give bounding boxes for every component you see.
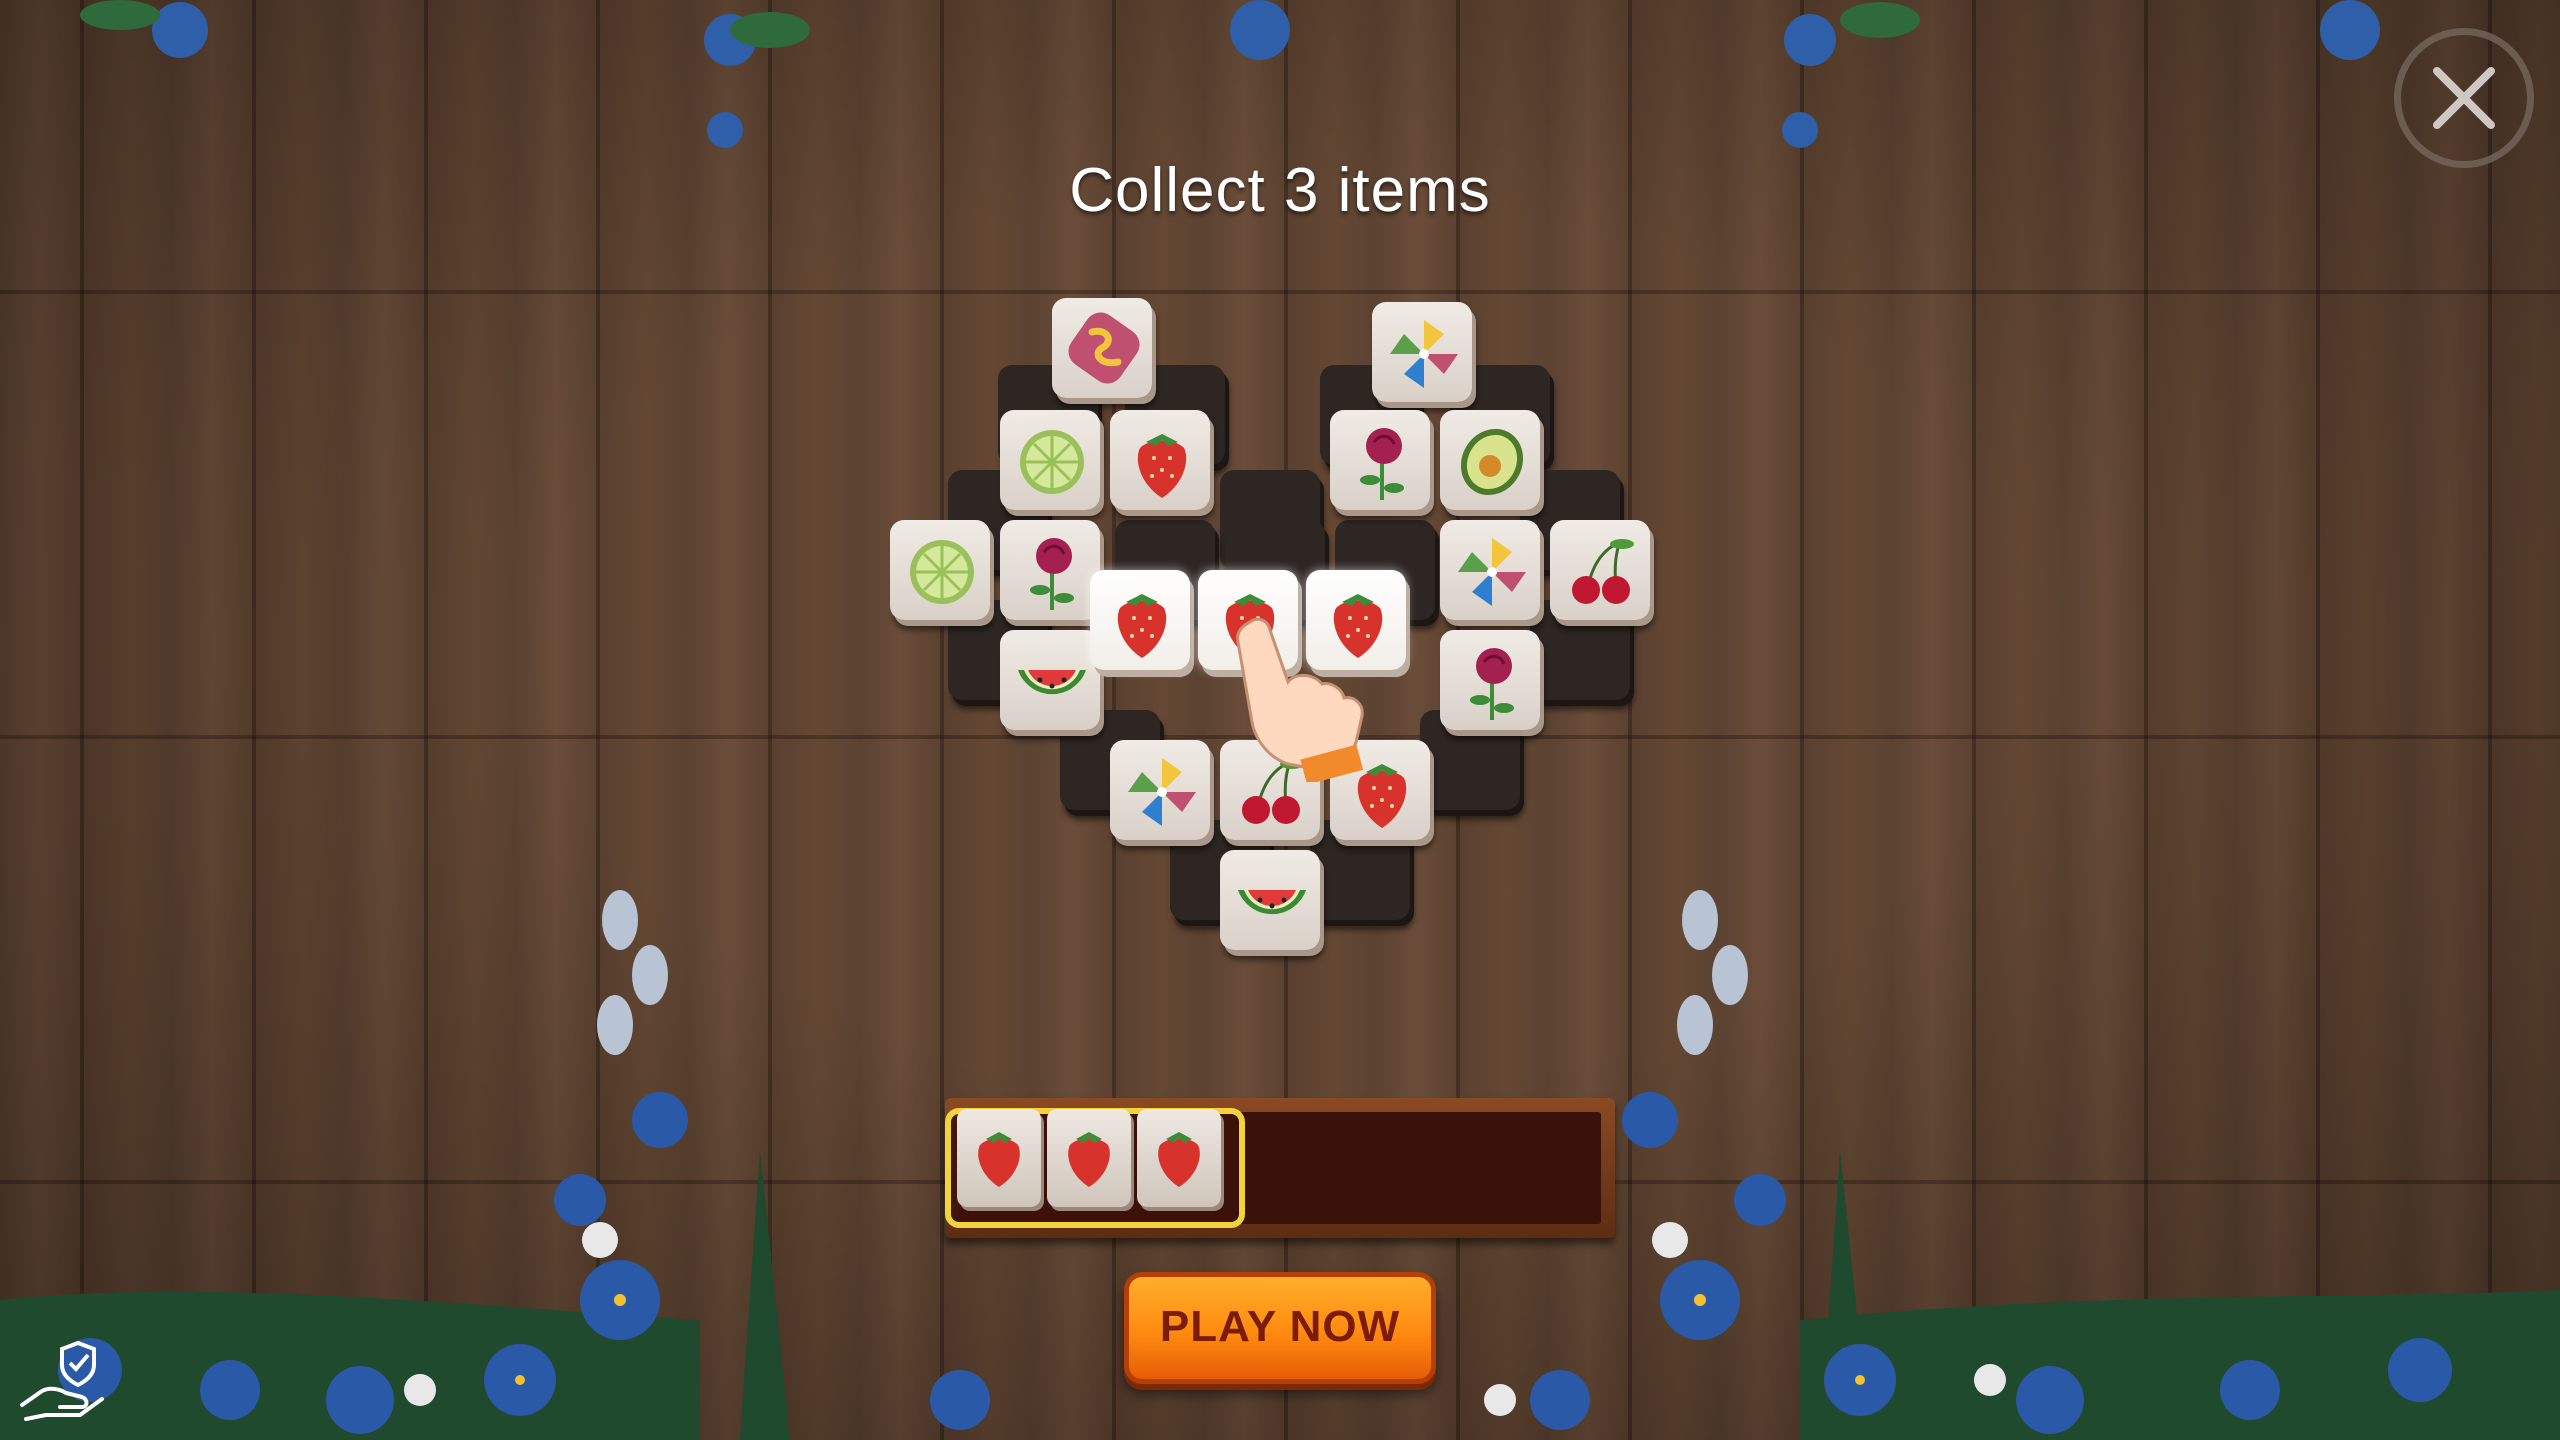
privacy-shield-hand-icon[interactable] [16,1335,108,1427]
tile-watermelon[interactable] [1000,630,1104,738]
tray-slot-strawberry [1047,1109,1131,1207]
tile-strawberry-highlight[interactable] [1090,570,1194,678]
tile-pinwheel[interactable] [1440,520,1544,628]
watermelon-icon [1018,670,1086,695]
tile-cherry[interactable] [1550,520,1654,628]
lime-icon [910,540,974,604]
game-scene: Collect 3 items PLAY NOW [0,0,2560,1440]
tile-worm[interactable] [1052,298,1156,406]
worm-icon [1068,312,1140,384]
tile-watermelon[interactable] [1220,850,1324,958]
tile-rose[interactable] [1440,630,1544,738]
pinwheel-icon [1458,538,1526,606]
strawberry-icon [1158,1132,1200,1187]
strawberry-icon [1117,594,1167,658]
play-now-button[interactable]: PLAY NOW [1124,1272,1436,1384]
tile-rose[interactable] [1330,410,1434,518]
tile-pinwheel[interactable] [1372,302,1476,410]
pinwheel-icon [1390,320,1458,388]
strawberry-icon [1068,1132,1110,1187]
rose-icon [1470,648,1514,720]
tile-avocado[interactable] [1440,410,1544,518]
pointing-hand-icon [1236,617,1364,782]
instruction-title: Collect 3 items [1069,156,1491,225]
tile-lime[interactable] [890,520,994,628]
strawberry-icon [1137,434,1187,498]
close-button[interactable] [2394,28,2534,168]
tray-slot-strawberry [957,1109,1041,1207]
close-icon [2433,67,2495,129]
collection-tray [945,1098,1615,1238]
tray-slot-strawberry [1137,1109,1221,1207]
tile-pinwheel[interactable] [1110,740,1214,848]
cherry-icon [1572,539,1634,604]
rose-icon [1030,538,1074,610]
strawberry-icon [978,1132,1020,1187]
tile-strawberry[interactable] [1110,410,1214,518]
avocado-icon [1460,428,1524,496]
pinwheel-icon [1128,758,1196,826]
rose-icon [1360,428,1404,500]
watermelon-icon [1238,890,1306,915]
tile-rose[interactable] [1000,520,1104,628]
tile-lime[interactable] [1000,410,1104,518]
lime-icon [1020,430,1084,494]
